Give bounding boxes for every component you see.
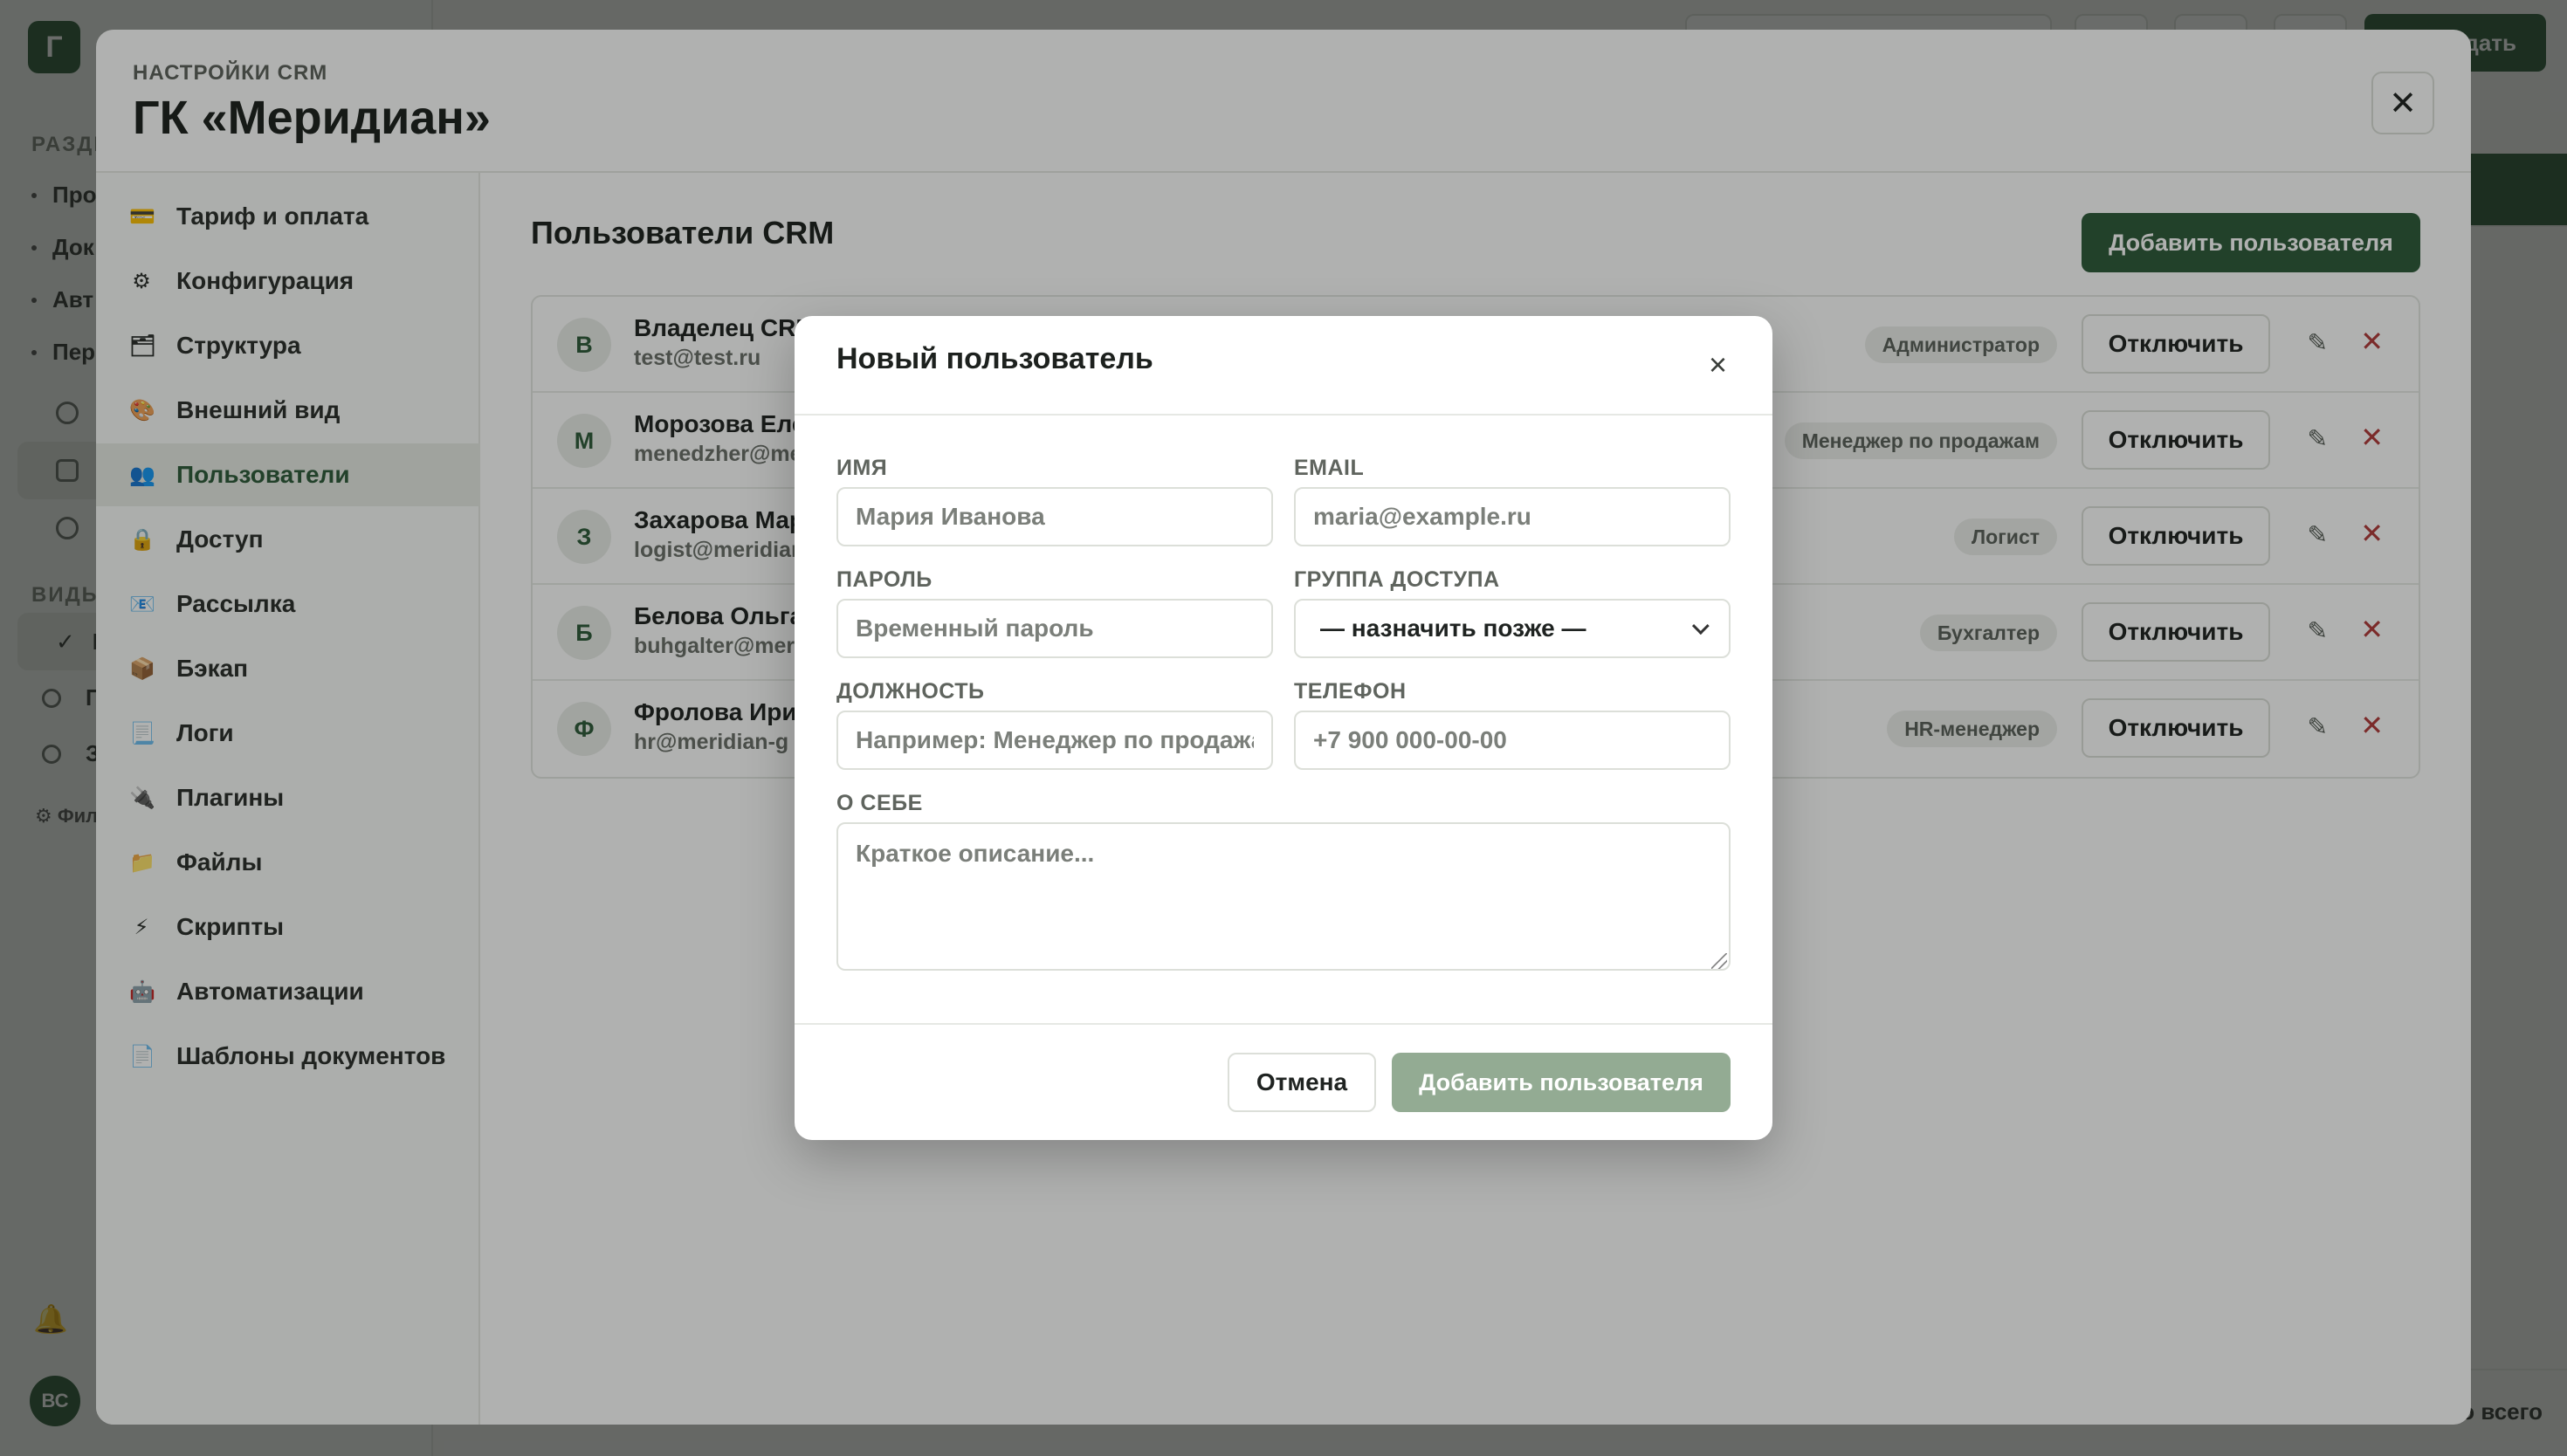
name-label: ИМЯ <box>836 456 888 480</box>
submit-add-user-button[interactable]: Добавить пользователя <box>1392 1053 1731 1112</box>
access-group-select[interactable]: — назначить позже — <box>1294 599 1731 658</box>
dialog-header: Новый пользователь × <box>795 316 1772 416</box>
name-field[interactable] <box>836 487 1273 546</box>
dialog-title: Новый пользователь <box>836 342 1153 375</box>
dialog-footer: Отмена Добавить пользователя <box>795 1023 1772 1140</box>
cancel-button[interactable]: Отмена <box>1228 1053 1376 1112</box>
email-label: EMAIL <box>1294 456 1365 480</box>
password-label: ПАРОЛЬ <box>836 567 933 592</box>
password-field[interactable] <box>836 599 1273 658</box>
close-icon[interactable]: × <box>1709 349 1727 381</box>
phone-label: ТЕЛЕФОН <box>1294 679 1407 704</box>
access-group-label: ГРУППА ДОСТУПА <box>1294 567 1500 592</box>
phone-field[interactable] <box>1294 711 1731 770</box>
position-field[interactable] <box>836 711 1273 770</box>
access-group-value: — назначить позже — <box>1320 615 1586 642</box>
about-label: О СЕБЕ <box>836 791 923 815</box>
position-label: ДОЛЖНОСТЬ <box>836 679 985 704</box>
about-textarea[interactable] <box>836 822 1731 971</box>
new-user-dialog: Новый пользователь × ИМЯ EMAIL ПАРОЛЬ ГР… <box>795 316 1772 1140</box>
resize-grip-icon[interactable] <box>1711 953 1727 969</box>
email-field[interactable] <box>1294 487 1731 546</box>
chevron-down-icon <box>1691 617 1710 635</box>
